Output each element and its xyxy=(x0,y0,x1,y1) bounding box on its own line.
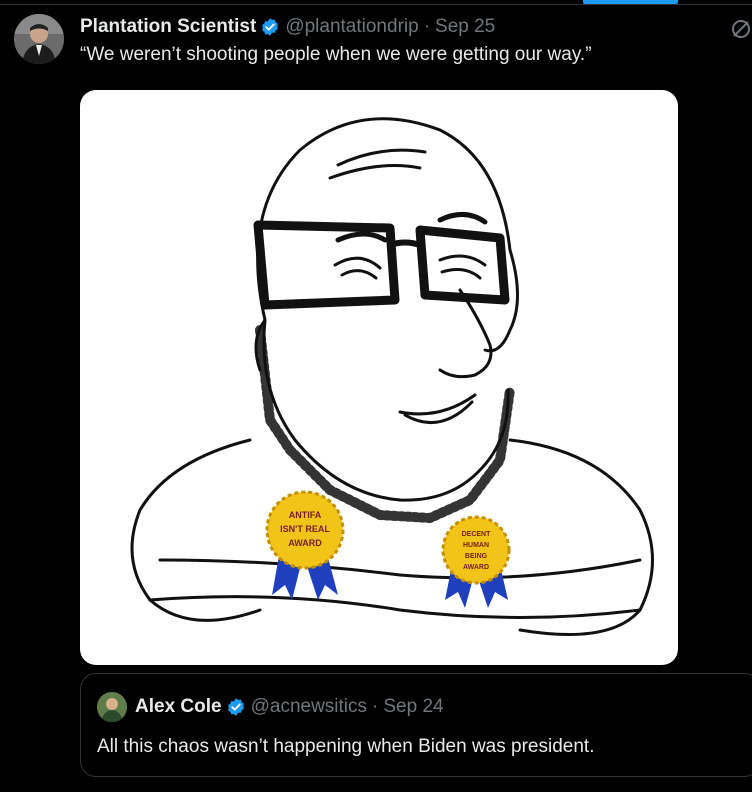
decent-human-award-badge: DECENT HUMAN BEING AWARD xyxy=(441,515,511,608)
badge-right-line-3: BEING xyxy=(465,553,488,560)
post-header: Plantation Scientist @plantationdrip · S… xyxy=(80,14,495,40)
post-date[interactable]: Sep 25 xyxy=(435,16,495,38)
badge-right-line-4: AWARD xyxy=(463,564,489,571)
author-handle[interactable]: @plantationdrip xyxy=(285,16,418,38)
author-avatar[interactable] xyxy=(14,14,64,64)
author-name[interactable]: Plantation Scientist xyxy=(80,16,256,38)
badge-left-line-1: ANTIFA xyxy=(289,510,322,520)
meme-illustration: ANTIFA ISN'T REAL AWARD DECENT HUMAN BEI… xyxy=(130,117,654,636)
quoted-post-date[interactable]: Sep 24 xyxy=(383,696,443,718)
divider xyxy=(0,4,752,5)
badge-right-line-2: HUMAN xyxy=(463,542,489,549)
grok-icon[interactable] xyxy=(730,18,752,40)
quoted-post-text: All this chaos wasn’t happening when Bid… xyxy=(97,736,595,757)
quoted-author-handle[interactable]: @acnewsitics xyxy=(251,696,367,718)
badge-right-line-1: DECENT xyxy=(462,531,492,538)
separator: · xyxy=(372,696,379,717)
separator: · xyxy=(423,16,431,37)
post-image[interactable]: ANTIFA ISN'T REAL AWARD DECENT HUMAN BEI… xyxy=(80,90,678,665)
quoted-author-avatar xyxy=(97,692,127,722)
badge-left-line-2: ISN'T REAL xyxy=(280,524,330,534)
quoted-author-name[interactable]: Alex Cole xyxy=(135,696,222,718)
post-text: “We weren’t shooting people when we were… xyxy=(80,44,592,65)
verified-badge-icon xyxy=(226,697,246,717)
quoted-post-header: Alex Cole @acnewsitics · Sep 24 xyxy=(97,692,444,722)
verified-badge-icon xyxy=(260,17,280,37)
antifa-award-badge: ANTIFA ISN'T REAL AWARD xyxy=(265,490,345,600)
quoted-post[interactable]: Alex Cole @acnewsitics · Sep 24 All this… xyxy=(80,673,752,777)
badge-left-line-3: AWARD xyxy=(288,538,322,548)
